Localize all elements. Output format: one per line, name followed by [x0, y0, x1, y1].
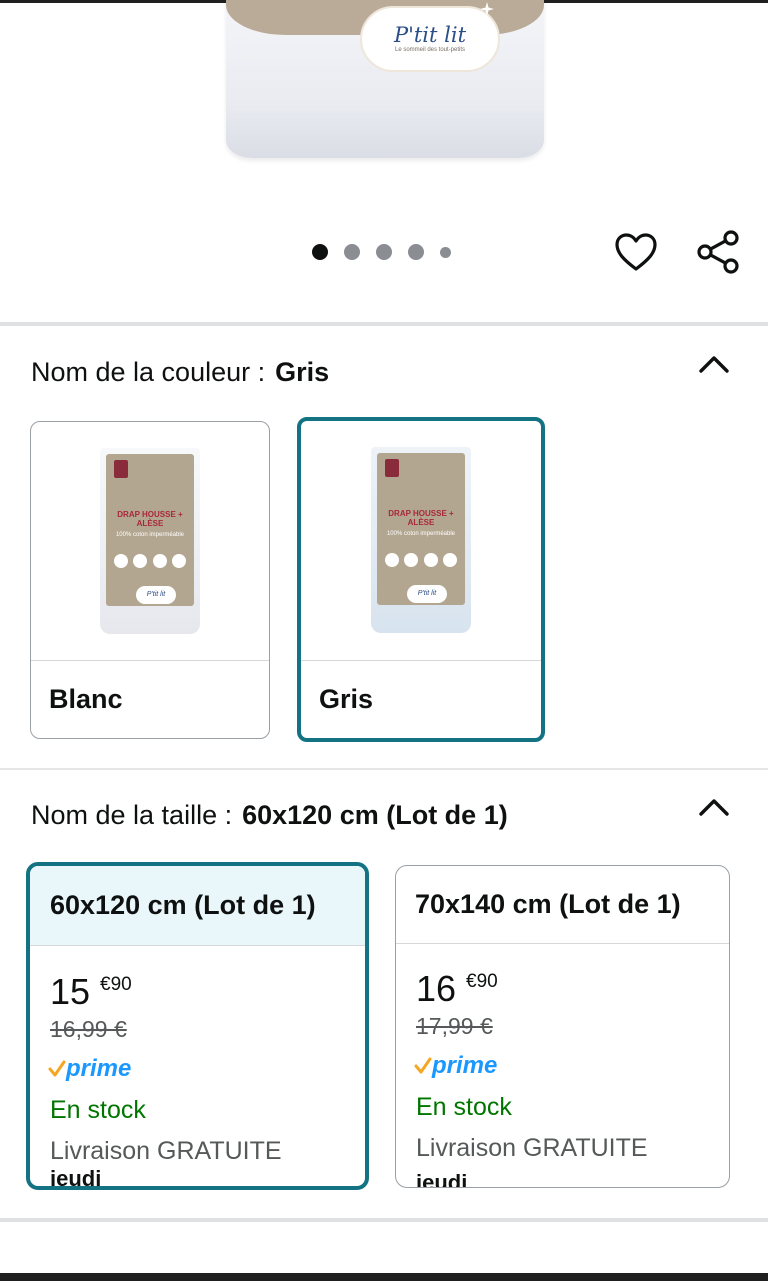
share-icon [697, 230, 739, 274]
price: 15 €90 [50, 972, 132, 1012]
carousel-dot[interactable] [376, 244, 392, 260]
size-selected-value: 60x120 cm (Lot de 1) [242, 800, 508, 830]
brand-name: P'tit lit [393, 22, 467, 47]
prime-label: prime [432, 1052, 498, 1079]
color-option-name: Blanc [31, 660, 269, 738]
price-whole: 15 [50, 971, 91, 1012]
stock-status: En stock [50, 1096, 146, 1124]
old-price: 16,99 € [50, 1016, 127, 1042]
chevron-up-icon[interactable] [697, 796, 731, 818]
favorite-button[interactable] [612, 228, 660, 276]
price-whole: 16 [416, 968, 457, 1009]
prime-check-icon [48, 1060, 66, 1077]
price-fraction: €90 [466, 971, 498, 992]
carousel-dot-active[interactable] [312, 244, 328, 260]
pack-title: DRAP HOUSSE + ALÈSE [388, 509, 454, 527]
brand-logo: P'tit lit Le sommeil des tout-petits [360, 6, 500, 72]
prime-badge: prime [48, 1054, 131, 1084]
old-price: 17,99 € [416, 1013, 493, 1039]
size-section-header[interactable]: Nom de la taille : 60x120 cm (Lot de 1) [31, 798, 508, 832]
color-selected-value: Gris [275, 357, 330, 387]
size-option-name: 70x140 cm (Lot de 1) [396, 866, 729, 944]
pack-title: DRAP HOUSSE + ALÈSE [117, 510, 183, 528]
color-section-header[interactable]: Nom de la couleur : Gris [31, 355, 329, 389]
section-divider [0, 768, 768, 770]
certification-badge [114, 460, 128, 478]
share-button[interactable] [694, 228, 742, 276]
color-label: Nom de la couleur : [31, 357, 266, 387]
sparkle-icon [480, 2, 494, 16]
size-option-name: 60x120 cm (Lot de 1) [30, 866, 365, 946]
pack-brand: P'tit lit [136, 586, 176, 604]
pack-subtitle: 100% coton imperméable [115, 532, 185, 538]
carousel-indicator [312, 243, 451, 261]
color-option-name: Gris [301, 660, 541, 738]
price: 16 €90 [416, 969, 498, 1009]
prime-check-icon [414, 1057, 432, 1074]
section-divider [0, 1218, 768, 1222]
prime-badge: prime [414, 1051, 497, 1081]
brand-tagline: Le sommeil des tout-petits [394, 46, 466, 53]
stock-status: En stock [416, 1093, 512, 1121]
swatch-image: DRAP HOUSSE + ALÈSE 100% coton imperméab… [301, 421, 541, 659]
product-thumbnail: DRAP HOUSSE + ALÈSE 100% coton imperméab… [100, 448, 200, 634]
delivery-day: jeudi [50, 1166, 102, 1190]
section-divider [0, 322, 768, 326]
price-fraction: €90 [100, 974, 132, 995]
product-thumbnail: DRAP HOUSSE + ALÈSE 100% coton imperméab… [371, 447, 471, 633]
heart-icon [615, 233, 657, 271]
pack-brand: P'tit lit [407, 585, 447, 603]
color-option-gris[interactable]: DRAP HOUSSE + ALÈSE 100% coton imperméab… [297, 417, 545, 742]
certification-badge [385, 459, 399, 477]
prime-label: prime [66, 1055, 132, 1082]
carousel-dot[interactable] [440, 246, 451, 258]
size-option-70x140[interactable]: 70x140 cm (Lot de 1) 16 €90 17,99 € prim… [395, 865, 730, 1188]
swatch-image: DRAP HOUSSE + ALÈSE 100% coton imperméab… [31, 422, 269, 660]
delivery-day: jeudi [416, 1170, 468, 1188]
carousel-dot[interactable] [408, 244, 424, 260]
delivery-info: Livraison GRATUITE [50, 1137, 282, 1165]
size-option-60x120[interactable]: 60x120 cm (Lot de 1) 15 €90 16,99 € prim… [26, 862, 369, 1190]
color-option-blanc[interactable]: DRAP HOUSSE + ALÈSE 100% coton imperméab… [30, 421, 270, 739]
navigation-edge [0, 1273, 768, 1281]
product-image-carousel[interactable]: P'tit lit Le sommeil des tout-petits [0, 0, 768, 215]
delivery-info: Livraison GRATUITE [416, 1134, 648, 1162]
chevron-up-icon[interactable] [697, 353, 731, 375]
pack-subtitle: 100% coton imperméable [386, 531, 456, 537]
size-label: Nom de la taille : [31, 800, 233, 830]
carousel-dot[interactable] [344, 244, 360, 260]
